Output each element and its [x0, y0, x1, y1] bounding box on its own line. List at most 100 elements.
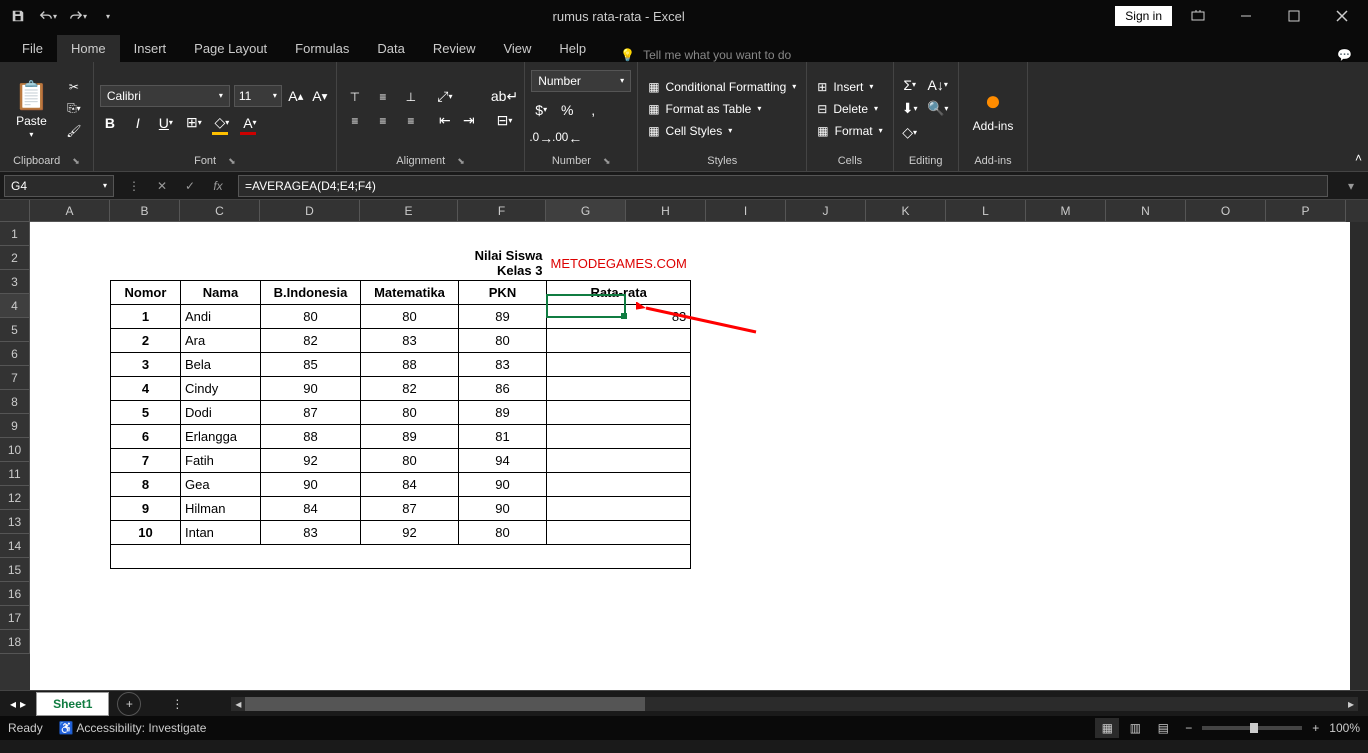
align-middle-icon[interactable]: ≡: [371, 87, 395, 107]
align-right-icon[interactable]: ≡: [399, 111, 423, 131]
autosum-icon[interactable]: Σ▾: [900, 75, 920, 95]
qat-customize-icon[interactable]: ▾: [94, 2, 122, 30]
align-top-icon[interactable]: ⊤: [343, 87, 367, 107]
row-header-17[interactable]: 17: [0, 606, 30, 630]
tab-view[interactable]: View: [489, 35, 545, 62]
col-header-E[interactable]: E: [360, 200, 458, 222]
align-center-icon[interactable]: ≡: [371, 111, 395, 131]
row-header-4[interactable]: 4: [0, 294, 30, 318]
decrease-decimal-icon[interactable]: .00←: [557, 128, 577, 148]
italic-button[interactable]: I: [128, 113, 148, 133]
ribbon-display-icon[interactable]: [1176, 2, 1220, 30]
cell-styles-button[interactable]: ▦Cell Styles▾: [644, 122, 800, 140]
page-break-view-icon[interactable]: ▤: [1151, 718, 1175, 738]
format-as-table-button[interactable]: ▦Format as Table▾: [644, 100, 800, 118]
functions-dropdown-icon[interactable]: ⋮: [122, 175, 146, 197]
close-icon[interactable]: [1320, 2, 1364, 30]
row-header-16[interactable]: 16: [0, 582, 30, 606]
row-header-14[interactable]: 14: [0, 534, 30, 558]
wrap-text-button[interactable]: ab↵: [491, 87, 518, 107]
expand-formula-bar-icon[interactable]: ▾: [1348, 179, 1368, 193]
row-header-10[interactable]: 10: [0, 438, 30, 462]
zoom-slider[interactable]: [1202, 726, 1302, 730]
col-header-D[interactable]: D: [260, 200, 360, 222]
col-header-B[interactable]: B: [110, 200, 180, 222]
name-box[interactable]: G4▾: [4, 175, 114, 197]
find-select-icon[interactable]: 🔍▾: [928, 99, 948, 119]
enter-formula-icon[interactable]: ✓: [178, 175, 202, 197]
row-header-18[interactable]: 18: [0, 630, 30, 654]
insert-function-icon[interactable]: fx: [206, 175, 230, 197]
undo-icon[interactable]: ▾: [34, 2, 62, 30]
col-header-N[interactable]: N: [1106, 200, 1186, 222]
underline-button[interactable]: U▾: [156, 113, 176, 133]
sheet-nav-prev-icon[interactable]: ◂: [10, 697, 16, 711]
col-header-A[interactable]: A: [30, 200, 110, 222]
row-header-3[interactable]: 3: [0, 270, 30, 294]
zoom-out-icon[interactable]: −: [1185, 721, 1192, 735]
signin-button[interactable]: Sign in: [1115, 6, 1172, 26]
increase-indent-icon[interactable]: ⇥: [459, 111, 479, 131]
group-label-font[interactable]: Font: [100, 151, 330, 171]
comma-format-icon[interactable]: ,: [583, 100, 603, 120]
col-header-P[interactable]: P: [1266, 200, 1346, 222]
percent-format-icon[interactable]: %: [557, 100, 577, 120]
group-label-alignment[interactable]: Alignment: [343, 151, 518, 171]
cut-icon[interactable]: ✂: [65, 78, 83, 96]
sort-filter-icon[interactable]: A↓▾: [928, 75, 948, 95]
clear-icon[interactable]: ◇▾: [900, 123, 920, 143]
add-sheet-button[interactable]: +: [117, 692, 141, 716]
row-header-1[interactable]: 1: [0, 222, 30, 246]
scroll-right-icon[interactable]: ▸: [1344, 697, 1358, 711]
vertical-scrollbar[interactable]: [1350, 222, 1368, 690]
delete-cells-button[interactable]: ⊟Delete▾: [813, 100, 886, 118]
decrease-indent-icon[interactable]: ⇤: [435, 111, 455, 131]
tab-formulas[interactable]: Formulas: [281, 35, 363, 62]
col-header-G[interactable]: G: [546, 200, 626, 222]
col-header-I[interactable]: I: [706, 200, 786, 222]
zoom-level[interactable]: 100%: [1329, 721, 1360, 735]
save-icon[interactable]: [4, 2, 32, 30]
select-all-corner[interactable]: [0, 200, 30, 222]
col-header-L[interactable]: L: [946, 200, 1026, 222]
paste-button[interactable]: 📋 Paste ▾: [6, 75, 57, 143]
align-bottom-icon[interactable]: ⊥: [399, 87, 423, 107]
row-header-13[interactable]: 13: [0, 510, 30, 534]
conditional-formatting-button[interactable]: ▦Conditional Formatting▾: [644, 78, 800, 96]
font-color-button[interactable]: A▾: [240, 113, 260, 133]
collapse-ribbon-icon[interactable]: ˄: [1355, 151, 1362, 165]
col-header-M[interactable]: M: [1026, 200, 1106, 222]
fill-color-button[interactable]: ◇▾: [212, 113, 232, 133]
number-format-select[interactable]: Number▾: [531, 70, 631, 92]
increase-decimal-icon[interactable]: .0→: [531, 128, 551, 148]
row-header-11[interactable]: 11: [0, 462, 30, 486]
zoom-in-icon[interactable]: +: [1312, 721, 1319, 735]
group-label-clipboard[interactable]: Clipboard: [6, 151, 87, 171]
increase-font-icon[interactable]: A▴: [286, 86, 306, 106]
decrease-font-icon[interactable]: A▾: [310, 86, 330, 106]
align-left-icon[interactable]: ≡: [343, 111, 367, 131]
normal-view-icon[interactable]: ▦: [1095, 718, 1119, 738]
comments-icon[interactable]: 💬: [1337, 48, 1352, 62]
row-header-8[interactable]: 8: [0, 390, 30, 414]
row-header-9[interactable]: 9: [0, 414, 30, 438]
tab-review[interactable]: Review: [419, 35, 490, 62]
format-cells-button[interactable]: ▦Format▾: [813, 122, 886, 140]
redo-icon[interactable]: ▾: [64, 2, 92, 30]
tab-help[interactable]: Help: [545, 35, 600, 62]
copy-icon[interactable]: ⎘▾: [65, 100, 83, 118]
merge-center-button[interactable]: ⊟▾: [491, 111, 518, 131]
formula-input[interactable]: =AVERAGEA(D4;E4;F4): [238, 175, 1328, 197]
horizontal-scrollbar[interactable]: ◂ ▸: [231, 697, 1358, 711]
accessibility-status[interactable]: ♿ Accessibility: Investigate: [59, 721, 207, 735]
tab-data[interactable]: Data: [363, 35, 418, 62]
fill-icon[interactable]: ⬇▾: [900, 99, 920, 119]
spreadsheet-grid[interactable]: ABCDEFGHIJKLMNOP 12345678910111213141516…: [0, 200, 1368, 690]
row-header-12[interactable]: 12: [0, 486, 30, 510]
maximize-icon[interactable]: [1272, 2, 1316, 30]
orientation-icon[interactable]: ⤢▾: [435, 87, 455, 107]
col-header-J[interactable]: J: [786, 200, 866, 222]
tell-me-search[interactable]: 💡 Tell me what you want to do: [620, 48, 791, 62]
sheet-nav-next-icon[interactable]: ▸: [20, 697, 26, 711]
row-header-6[interactable]: 6: [0, 342, 30, 366]
